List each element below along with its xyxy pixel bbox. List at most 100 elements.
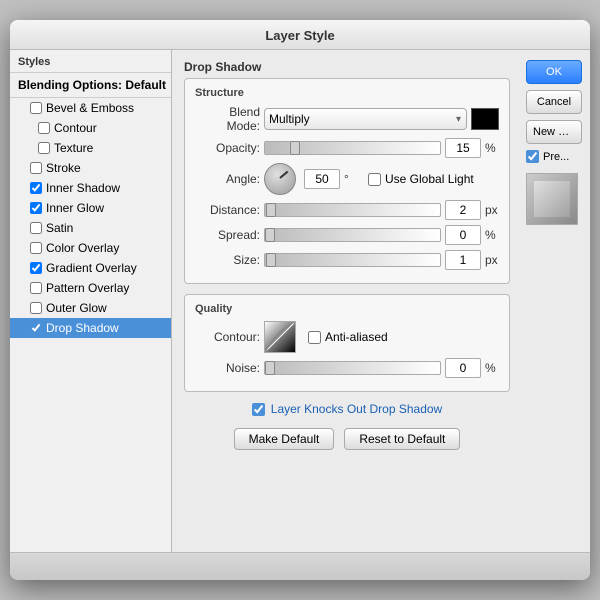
- anti-aliased-label[interactable]: Anti-aliased: [308, 330, 388, 344]
- anti-aliased-checkbox[interactable]: [308, 331, 321, 344]
- distance-label: Distance:: [195, 203, 260, 217]
- preview-checkbox[interactable]: [526, 150, 539, 163]
- ok-button[interactable]: OK: [526, 60, 582, 84]
- structure-label: Structure: [195, 87, 499, 99]
- use-global-light-label[interactable]: Use Global Light: [368, 172, 474, 186]
- contour-checkbox[interactable]: [38, 122, 50, 134]
- structure-section: Structure Blend Mode: Multiply Normal Sc…: [184, 78, 510, 284]
- contour-label: Contour:: [195, 330, 260, 344]
- spread-slider[interactable]: [264, 228, 441, 242]
- angle-unit: °: [344, 172, 358, 186]
- noise-label: Noise:: [195, 361, 260, 375]
- noise-slider[interactable]: [264, 361, 441, 375]
- sidebar-item-contour[interactable]: Contour: [10, 118, 171, 138]
- make-default-button[interactable]: Make Default: [234, 428, 335, 450]
- blend-color-swatch[interactable]: [471, 108, 499, 130]
- layer-style-dialog: Layer Style Styles Blending Options: Def…: [10, 20, 590, 580]
- preview-thumbnail: [526, 173, 578, 225]
- noise-input[interactable]: [445, 358, 481, 378]
- spread-unit: %: [485, 228, 499, 242]
- new-style-button[interactable]: New St...: [526, 120, 582, 144]
- opacity-label: Opacity:: [195, 141, 260, 155]
- reset-to-default-button[interactable]: Reset to Default: [344, 428, 460, 450]
- sidebar-item-drop-shadow[interactable]: Drop Shadow: [10, 318, 171, 338]
- noise-unit: %: [485, 361, 499, 375]
- right-buttons: OK Cancel New St... Pre...: [518, 50, 590, 235]
- sidebar-item-texture[interactable]: Texture: [10, 138, 171, 158]
- size-slider-container: [264, 253, 441, 267]
- preview-inner: [534, 181, 570, 217]
- use-global-light-text: Use Global Light: [385, 172, 474, 186]
- sidebar-item-color-overlay[interactable]: Color Overlay: [10, 238, 171, 258]
- layer-knocks-checkbox[interactable]: [252, 403, 265, 416]
- distance-input[interactable]: [445, 200, 481, 220]
- angle-label: Angle:: [195, 172, 260, 186]
- anti-aliased-text: Anti-aliased: [325, 330, 388, 344]
- sidebar-item-bevel-emboss[interactable]: Bevel & Emboss: [10, 98, 171, 118]
- satin-checkbox[interactable]: [30, 222, 42, 234]
- pattern-overlay-checkbox[interactable]: [30, 282, 42, 294]
- size-input[interactable]: [445, 250, 481, 270]
- outer-glow-checkbox[interactable]: [30, 302, 42, 314]
- size-row: Size: px: [195, 250, 499, 270]
- angle-knob[interactable]: [264, 163, 296, 195]
- noise-row: Noise: %: [195, 358, 499, 378]
- bevel-emboss-checkbox[interactable]: [30, 102, 42, 114]
- opacity-unit: %: [485, 141, 499, 155]
- contour-preview[interactable]: [264, 321, 296, 353]
- drop-shadow-checkbox[interactable]: [30, 322, 42, 334]
- quality-label: Quality: [195, 303, 499, 315]
- angle-row: Angle: ° Use Global Light: [195, 163, 499, 195]
- layer-knocks-label: Layer Knocks Out Drop Shadow: [271, 402, 442, 416]
- section-header: Drop Shadow: [184, 60, 510, 74]
- dialog-footer: [10, 552, 590, 580]
- color-overlay-checkbox[interactable]: [30, 242, 42, 254]
- size-unit: px: [485, 253, 499, 267]
- opacity-slider[interactable]: [264, 141, 441, 155]
- layer-knocks-row: Layer Knocks Out Drop Shadow: [184, 402, 510, 416]
- main-content-wrapper: Drop Shadow Structure Blend Mode: Multip…: [172, 50, 590, 552]
- spread-label: Spread:: [195, 228, 260, 242]
- sidebar-item-gradient-overlay[interactable]: Gradient Overlay: [10, 258, 171, 278]
- inner-glow-checkbox[interactable]: [30, 202, 42, 214]
- size-slider[interactable]: [264, 253, 441, 267]
- spread-row: Spread: %: [195, 225, 499, 245]
- noise-slider-container: [264, 361, 441, 375]
- blend-mode-label: Blend Mode:: [195, 105, 260, 133]
- distance-slider[interactable]: [264, 203, 441, 217]
- gradient-overlay-checkbox[interactable]: [30, 262, 42, 274]
- dialog-body: Styles Blending Options: Default Bevel &…: [10, 50, 590, 552]
- spread-input[interactable]: [445, 225, 481, 245]
- sidebar: Styles Blending Options: Default Bevel &…: [10, 50, 172, 552]
- sidebar-item-inner-shadow[interactable]: Inner Shadow: [10, 178, 171, 198]
- stroke-checkbox[interactable]: [30, 162, 42, 174]
- bottom-buttons: Make Default Reset to Default: [184, 428, 510, 450]
- blend-mode-row: Blend Mode: Multiply Normal Screen Overl…: [195, 105, 499, 133]
- texture-checkbox[interactable]: [38, 142, 50, 154]
- opacity-slider-container: [264, 141, 441, 155]
- distance-unit: px: [485, 203, 499, 217]
- sidebar-item-pattern-overlay[interactable]: Pattern Overlay: [10, 278, 171, 298]
- quality-section: Quality Contour: Anti-aliased: [184, 294, 510, 392]
- distance-slider-container: [264, 203, 441, 217]
- inner-shadow-checkbox[interactable]: [30, 182, 42, 194]
- distance-row: Distance: px: [195, 200, 499, 220]
- preview-label[interactable]: Pre...: [526, 150, 582, 163]
- opacity-input[interactable]: [445, 138, 481, 158]
- spread-slider-container: [264, 228, 441, 242]
- size-label: Size:: [195, 253, 260, 267]
- sidebar-item-stroke[interactable]: Stroke: [10, 158, 171, 178]
- sidebar-item-satin[interactable]: Satin: [10, 218, 171, 238]
- cancel-button[interactable]: Cancel: [526, 90, 582, 114]
- use-global-light-checkbox[interactable]: [368, 173, 381, 186]
- blend-mode-select[interactable]: Multiply Normal Screen Overlay: [264, 108, 467, 130]
- blend-mode-select-wrapper[interactable]: Multiply Normal Screen Overlay: [264, 108, 467, 130]
- sidebar-item-outer-glow[interactable]: Outer Glow: [10, 298, 171, 318]
- blending-options-label: Blending Options: Default: [18, 78, 166, 92]
- sidebar-item-inner-glow[interactable]: Inner Glow: [10, 198, 171, 218]
- dialog-title: Layer Style: [10, 20, 590, 50]
- sidebar-item-blending-options[interactable]: Blending Options: Default: [10, 73, 171, 98]
- angle-input[interactable]: [304, 169, 340, 189]
- opacity-row: Opacity: %: [195, 138, 499, 158]
- contour-row: Contour: Anti-aliased: [195, 321, 499, 353]
